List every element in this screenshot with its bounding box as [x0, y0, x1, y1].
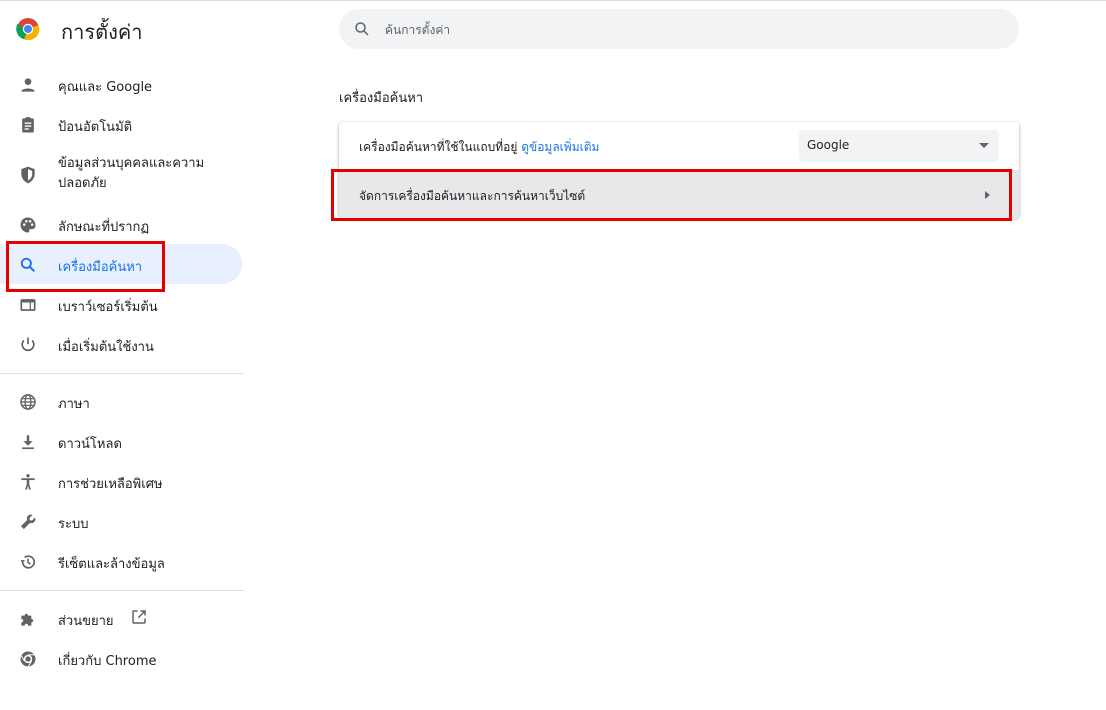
sidebar-item-system[interactable]: ระบบ	[0, 501, 242, 541]
highlight-box-manage-row	[331, 169, 1012, 221]
restore-icon	[20, 555, 36, 569]
sidebar-item-label: การช่วยเหลือพิเศษ	[58, 477, 163, 492]
clipboard-icon	[22, 117, 34, 133]
sidebar-divider	[0, 590, 244, 591]
sidebar-item-on-startup[interactable]: เมื่อเริ่มต้นใช้งาน	[0, 324, 242, 364]
learn-more-link[interactable]: ดูข้อมูลเพิ่มเติม	[521, 140, 599, 154]
search-icon	[355, 22, 369, 36]
sidebar-item-autofill[interactable]: ป้อนอัตโนมัติ	[0, 104, 242, 144]
search-input[interactable]	[383, 9, 987, 51]
sidebar-item-label: เบราว์เซอร์เริ่มต้น	[58, 300, 158, 315]
sidebar-item-downloads[interactable]: ดาวน์โหลด	[0, 421, 242, 461]
chrome-icon	[20, 651, 36, 668]
sidebar-item-appearance[interactable]: ลักษณะที่ปรากฏ	[0, 204, 242, 244]
external-link-icon	[132, 610, 146, 624]
puzzle-icon	[21, 613, 34, 626]
page-title: การตั้งค่า	[61, 20, 143, 44]
search-engine-selected-value: Google	[807, 138, 850, 152]
sidebar-item-label: รีเซ็ตและล้างข้อมูล	[58, 557, 165, 572]
sidebar-item-label: ส่วนขยาย	[58, 614, 114, 629]
sidebar-item-label: ดาวน์โหลด	[58, 437, 122, 452]
power-icon	[21, 337, 35, 352]
person-icon	[21, 78, 35, 92]
globe-icon	[20, 394, 36, 410]
sidebar-divider	[0, 373, 244, 374]
sidebar-item-label: ระบบ	[58, 517, 89, 532]
sidebar-item-languages[interactable]: ภาษา	[0, 381, 242, 421]
highlight-box-sidebar	[6, 241, 165, 292]
sidebar-item-label: ภาษา	[58, 397, 90, 412]
sidebar-item-reset[interactable]: รีเซ็ตและล้างข้อมูล	[0, 541, 242, 581]
sidebar-item-extensions[interactable]: ส่วนขยาย	[0, 598, 242, 638]
search-engine-label: เครื่องมือค้นหาที่ใช้ในแถบที่อยู่	[359, 140, 518, 154]
top-border	[0, 0, 1106, 1]
sidebar-item-you-and-google[interactable]: คุณและ Google	[0, 64, 242, 104]
wrench-icon	[20, 514, 36, 530]
shield-icon	[21, 166, 35, 184]
sidebar-item-label: ข้อมูลส่วนบุคคลและความปลอดภัย	[58, 156, 205, 191]
settings-search-bar[interactable]	[339, 9, 1019, 51]
sidebar-item-label: เมื่อเริ่มต้นใช้งาน	[58, 340, 154, 355]
sidebar-item-label: เกี่ยวกับ Chrome	[58, 654, 157, 669]
sidebar-item-about-chrome[interactable]: เกี่ยวกับ Chrome	[0, 638, 242, 678]
search-engine-dropdown[interactable]: Google	[799, 130, 999, 162]
sidebar-item-label: ป้อนอัตโนมัติ	[58, 120, 133, 135]
chrome-logo-icon	[16, 18, 40, 41]
dropdown-arrow-icon	[979, 143, 989, 148]
palette-icon	[20, 217, 36, 233]
search-engine-setting-label: เครื่องมือค้นหาที่ใช้ในแถบที่อยู่ ดูข้อม…	[359, 138, 599, 157]
download-icon	[22, 435, 34, 450]
accessibility-icon	[21, 474, 35, 490]
sidebar-item-privacy-security[interactable]: ข้อมูลส่วนบุคคลและความปลอดภัย	[0, 154, 242, 194]
sidebar-item-label: คุณและ Google	[58, 80, 153, 95]
sidebar-item-label: ลักษณะที่ปรากฏ	[58, 220, 150, 235]
sidebar-item-accessibility[interactable]: การช่วยเหลือพิเศษ	[0, 461, 242, 501]
browser-window-icon	[20, 299, 36, 311]
section-title: เครื่องมือค้นหา	[339, 91, 424, 106]
